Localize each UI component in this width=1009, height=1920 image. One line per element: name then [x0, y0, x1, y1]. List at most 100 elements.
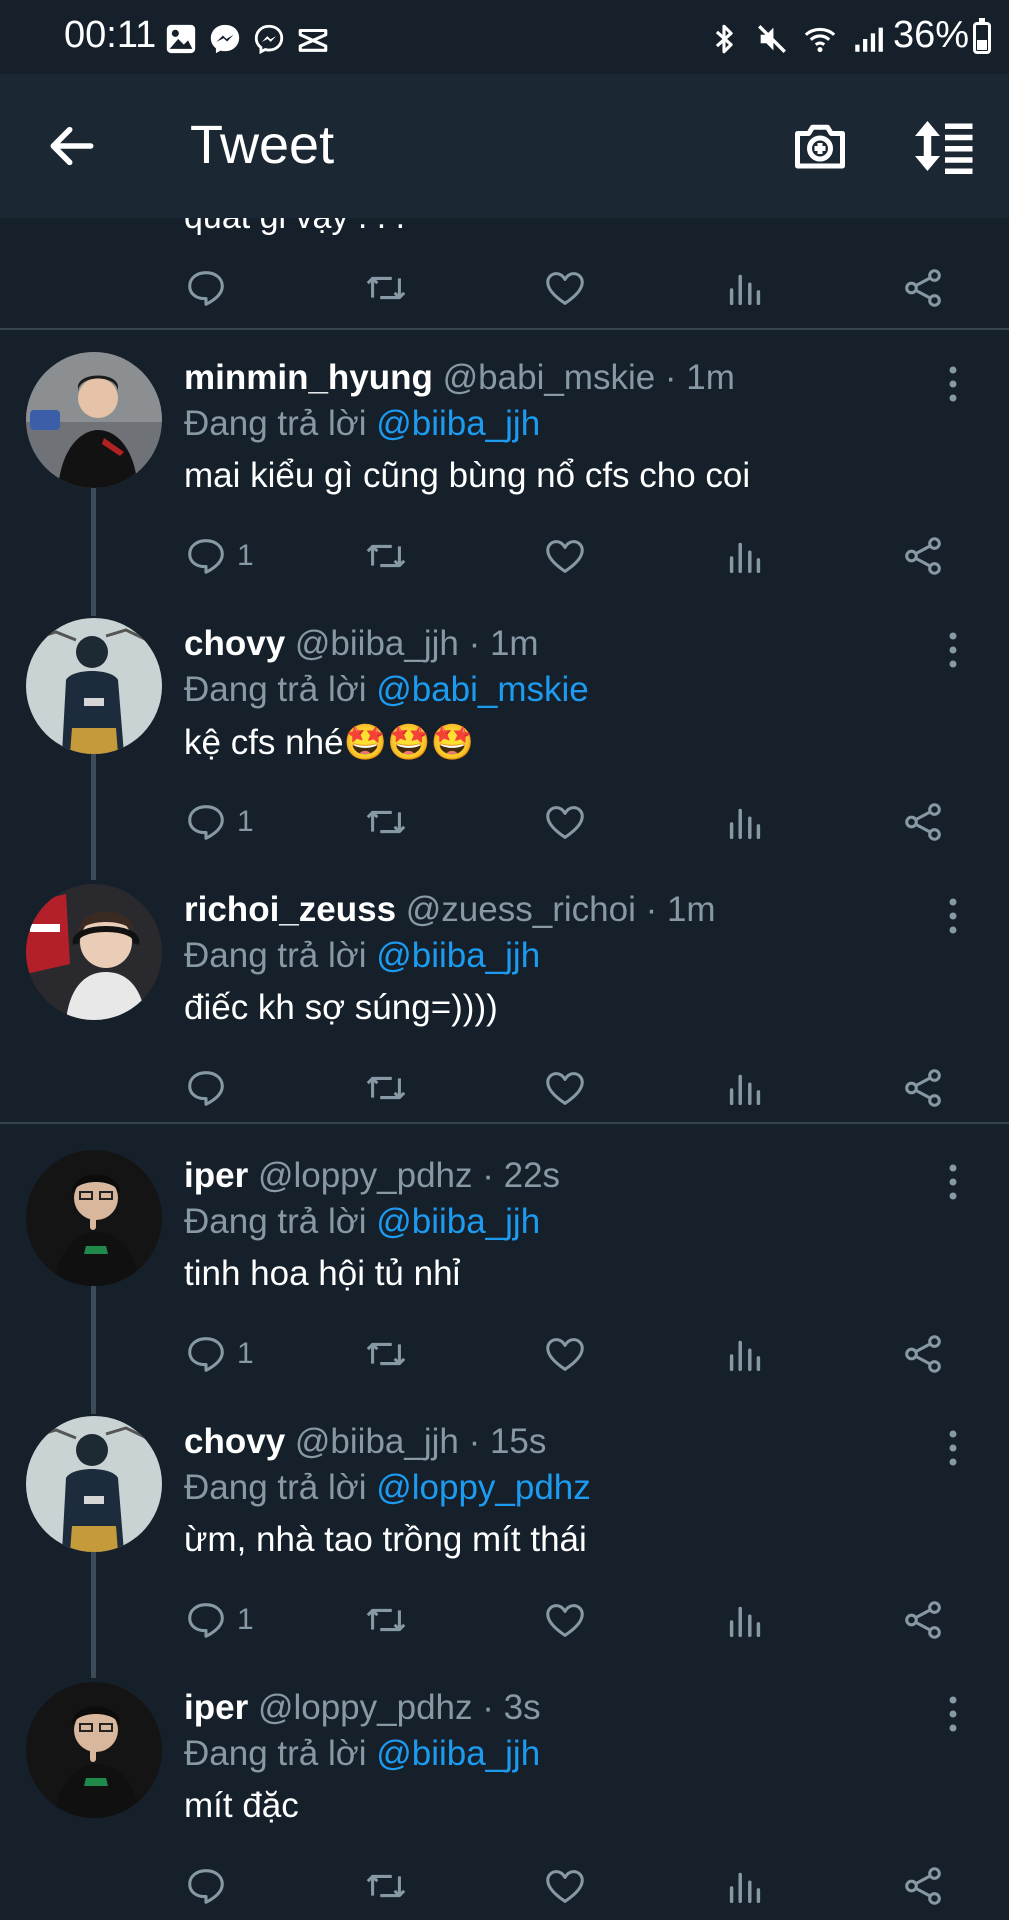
avatar[interactable]: [26, 1416, 162, 1552]
views-button[interactable]: [722, 1060, 768, 1116]
views-button[interactable]: [722, 528, 768, 584]
tweet-text: tinh hoa hội tủ nhỉ: [184, 1254, 461, 1293]
mention-link[interactable]: @babi_mskie: [376, 670, 589, 709]
reply-count: 1: [237, 539, 254, 572]
share-button[interactable]: [900, 1592, 946, 1648]
display-name[interactable]: chovy: [184, 1422, 285, 1461]
handle-time: @zuess_richoi · 1m: [405, 890, 716, 929]
retweet-button[interactable]: [363, 1592, 409, 1648]
battery-percent: 36%: [892, 14, 969, 56]
display-name[interactable]: richoi_zeuss: [184, 890, 396, 929]
more-options-icon[interactable]: [938, 630, 968, 670]
display-name[interactable]: iper: [184, 1156, 248, 1195]
analytics-icon: [729, 1340, 761, 1372]
like-button[interactable]: [542, 528, 588, 584]
retweet-button[interactable]: [363, 1858, 409, 1914]
tweet-card[interactable]: chovy @biiba_jjh · 15s Đang trả lời @lop…: [0, 1416, 1009, 1681]
like-button[interactable]: [542, 1060, 588, 1116]
views-button[interactable]: [722, 1592, 768, 1648]
tweet-actions: 1: [0, 1326, 1009, 1382]
mention-link[interactable]: @biiba_jjh: [376, 936, 540, 975]
tweet-card[interactable]: iper @loppy_pdhz · 22s Đang trả lời @bii…: [0, 1150, 1009, 1415]
reply-button[interactable]: 1: [183, 794, 254, 850]
share-button[interactable]: [900, 794, 946, 850]
share-button[interactable]: [900, 260, 946, 316]
reply-button[interactable]: 1: [183, 1592, 254, 1648]
avatar[interactable]: [26, 1150, 162, 1286]
back-arrow-icon[interactable]: [44, 118, 100, 174]
mention-link[interactable]: @loppy_pdhz: [376, 1468, 591, 1507]
heart-icon: [546, 540, 584, 573]
display-name[interactable]: minmin_hyung: [184, 358, 433, 397]
views-button[interactable]: [722, 1858, 768, 1914]
reply-button[interactable]: [183, 1858, 237, 1914]
retweet-icon: [366, 276, 406, 300]
retweet-button[interactable]: [363, 260, 409, 316]
replying-to: Đang trả lời @loppy_pdhz: [184, 1468, 591, 1508]
heart-icon: [546, 1870, 584, 1903]
more-options-icon[interactable]: [938, 1694, 968, 1734]
app-bar: Tweet: [0, 74, 1009, 218]
reply-button[interactable]: [183, 1060, 237, 1116]
tweet-actions: 1: [0, 528, 1009, 584]
share-button[interactable]: [900, 1060, 946, 1116]
more-options-icon[interactable]: [938, 1162, 968, 1202]
reply-feed[interactable]: quat gi vậy . . . minmin_hyung @babi_msk…: [0, 218, 1009, 1920]
capcut-icon: [298, 28, 328, 52]
views-button[interactable]: [722, 1326, 768, 1382]
views-button[interactable]: [722, 794, 768, 850]
share-button[interactable]: [900, 1858, 946, 1914]
mention-link[interactable]: @biiba_jjh: [376, 1202, 540, 1241]
avatar[interactable]: [26, 1682, 162, 1818]
reply-button[interactable]: [183, 260, 229, 316]
tweet-card[interactable]: chovy @biiba_jjh · 1m Đang trả lời @babi…: [0, 618, 1009, 883]
reply-button[interactable]: 1: [183, 528, 254, 584]
replying-to: Đang trả lời @biiba_jjh: [184, 1734, 540, 1774]
avatar[interactable]: [26, 618, 162, 754]
replying-to: Đang trả lời @biiba_jjh: [184, 936, 540, 976]
views-button[interactable]: [722, 260, 768, 316]
more-options-icon[interactable]: [938, 1428, 968, 1468]
tweet-actions: [0, 1060, 1009, 1116]
retweet-button[interactable]: [363, 1326, 409, 1382]
display-name[interactable]: chovy: [184, 624, 285, 663]
retweet-button[interactable]: [363, 1060, 409, 1116]
tweet-text: ừm, nhà tao trồng mít thái: [184, 1520, 587, 1559]
tweet-card[interactable]: iper @loppy_pdhz · 3s Đang trả lời @biib…: [0, 1682, 1009, 1920]
more-options-icon[interactable]: [938, 896, 968, 936]
replying-prefix: Đang trả lời: [184, 670, 367, 709]
share-button[interactable]: [900, 528, 946, 584]
display-name[interactable]: iper: [184, 1688, 248, 1727]
status-time: 00:11: [64, 14, 157, 56]
tweet-header: chovy @biiba_jjh · 15s: [184, 1422, 546, 1462]
like-button[interactable]: [542, 1592, 588, 1648]
avatar[interactable]: [26, 352, 162, 488]
avatar[interactable]: [26, 884, 162, 1020]
tweet-header: chovy @biiba_jjh · 1m: [184, 624, 539, 664]
reply-icon: [188, 539, 224, 574]
like-button[interactable]: [542, 260, 588, 316]
mention-link[interactable]: @biiba_jjh: [376, 1734, 540, 1773]
share-button[interactable]: [900, 1326, 946, 1382]
replying-prefix: Đang trả lời: [184, 1734, 367, 1773]
retweet-button[interactable]: [363, 794, 409, 850]
like-button[interactable]: [542, 1326, 588, 1382]
heart-icon: [546, 1604, 584, 1637]
retweet-button[interactable]: [363, 528, 409, 584]
like-button[interactable]: [542, 1858, 588, 1914]
reply-button[interactable]: 1: [183, 1326, 254, 1382]
camera-add-icon[interactable]: [790, 116, 850, 176]
more-options-icon[interactable]: [938, 364, 968, 404]
heart-icon: [546, 1338, 584, 1371]
signal-icon: [855, 27, 883, 52]
tweet-card[interactable]: minmin_hyung @babi_mskie · 1m Đang trả l…: [0, 352, 1009, 617]
tweet-card[interactable]: richoi_zeuss @zuess_richoi · 1m Đang trả…: [0, 884, 1009, 1149]
replying-prefix: Đang trả lời: [184, 936, 367, 975]
mention-link[interactable]: @biiba_jjh: [376, 404, 540, 443]
sort-replies-icon[interactable]: [912, 116, 978, 176]
like-button[interactable]: [542, 794, 588, 850]
share-icon: [905, 1335, 941, 1373]
bluetooth-icon: [715, 24, 733, 54]
wifi-icon: [804, 27, 836, 53]
handle-time: @loppy_pdhz · 22s: [257, 1156, 561, 1195]
